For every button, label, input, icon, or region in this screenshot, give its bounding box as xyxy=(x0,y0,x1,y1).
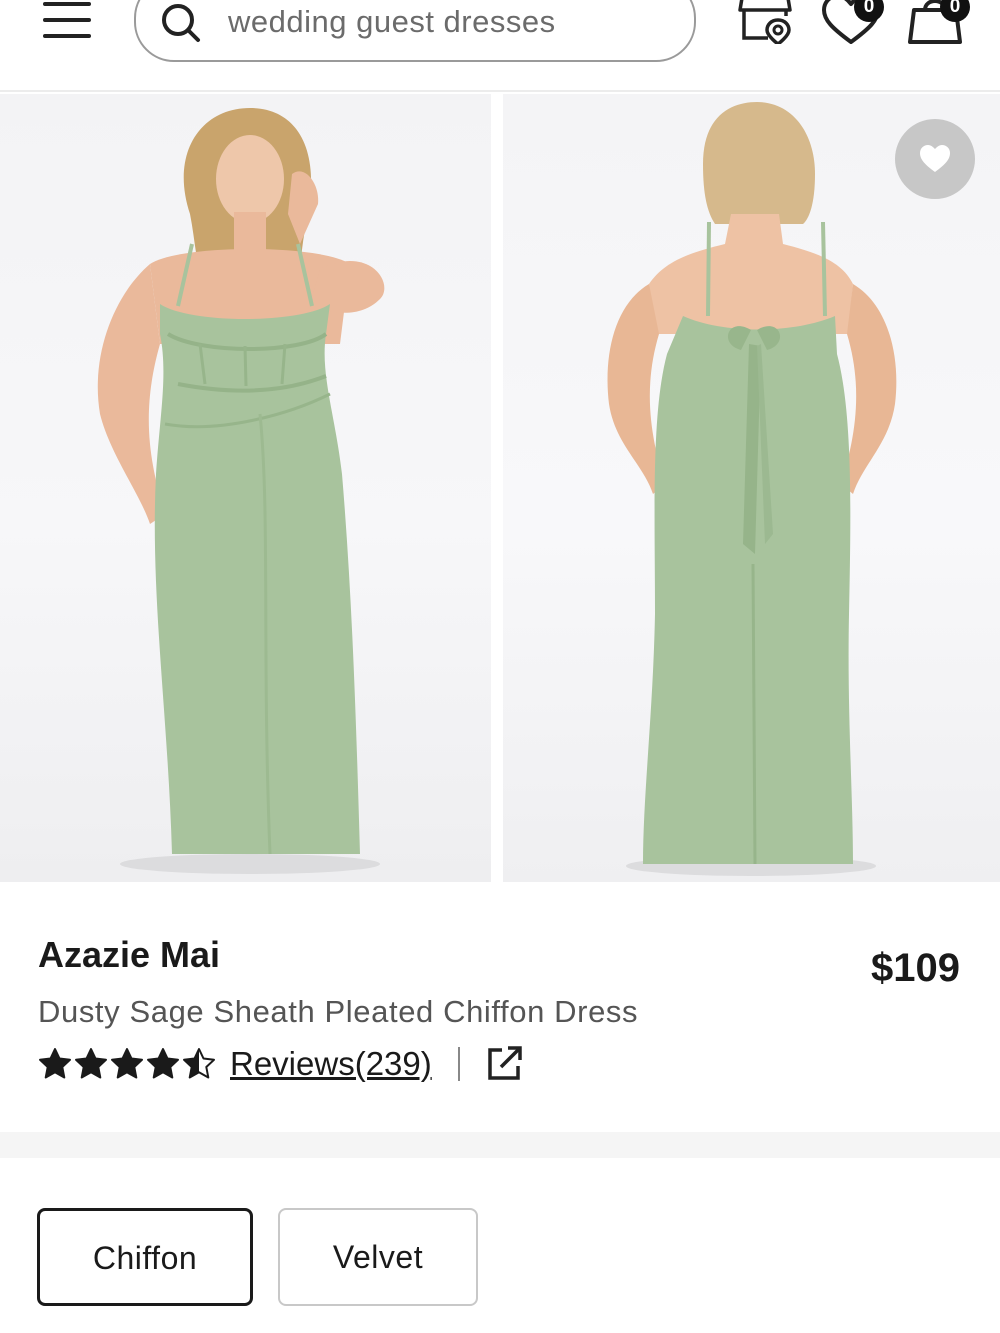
product-title: Dusty Sage Sheath Pleated Chiffon Dress xyxy=(38,994,639,1029)
star-rating xyxy=(38,1047,216,1081)
reviews-link[interactable]: Reviews(239) xyxy=(230,1045,432,1083)
divider xyxy=(457,1047,460,1081)
search-icon xyxy=(162,4,200,42)
heart-icon xyxy=(920,145,950,172)
fabric-options: Chiffon Velvet xyxy=(0,1158,1000,1333)
share-external-icon[interactable] xyxy=(484,1044,524,1084)
dress-back-illustration xyxy=(607,102,897,876)
star-full-icon xyxy=(39,1048,71,1079)
brand-name: Azazie Mai xyxy=(38,934,221,975)
top-header: 0 0 xyxy=(0,0,1000,92)
fabric-option-chiffon[interactable]: Chiffon xyxy=(37,1208,253,1306)
fabric-option-velvet[interactable]: Velvet xyxy=(278,1208,478,1306)
star-full-icon xyxy=(147,1048,179,1079)
product-price: $109 xyxy=(871,946,960,990)
front-view-photo[interactable] xyxy=(0,94,491,882)
store-locator-icon[interactable] xyxy=(736,0,794,44)
rating-row: Reviews(239) xyxy=(38,1042,524,1086)
back-view-photo[interactable] xyxy=(503,94,1000,882)
search-bar[interactable] xyxy=(134,0,696,62)
product-info: Azazie Mai $109 Dusty Sage Sheath Pleate… xyxy=(0,882,1000,1132)
favorite-button[interactable] xyxy=(895,119,975,199)
section-divider xyxy=(0,1132,1000,1158)
star-half-icon xyxy=(183,1048,215,1079)
menu-icon[interactable] xyxy=(40,0,94,42)
star-full-icon xyxy=(111,1048,143,1079)
dress-front-illustration xyxy=(97,108,385,874)
search-input[interactable] xyxy=(228,0,668,44)
star-full-icon xyxy=(75,1048,107,1079)
product-gallery[interactable] xyxy=(0,94,1000,882)
